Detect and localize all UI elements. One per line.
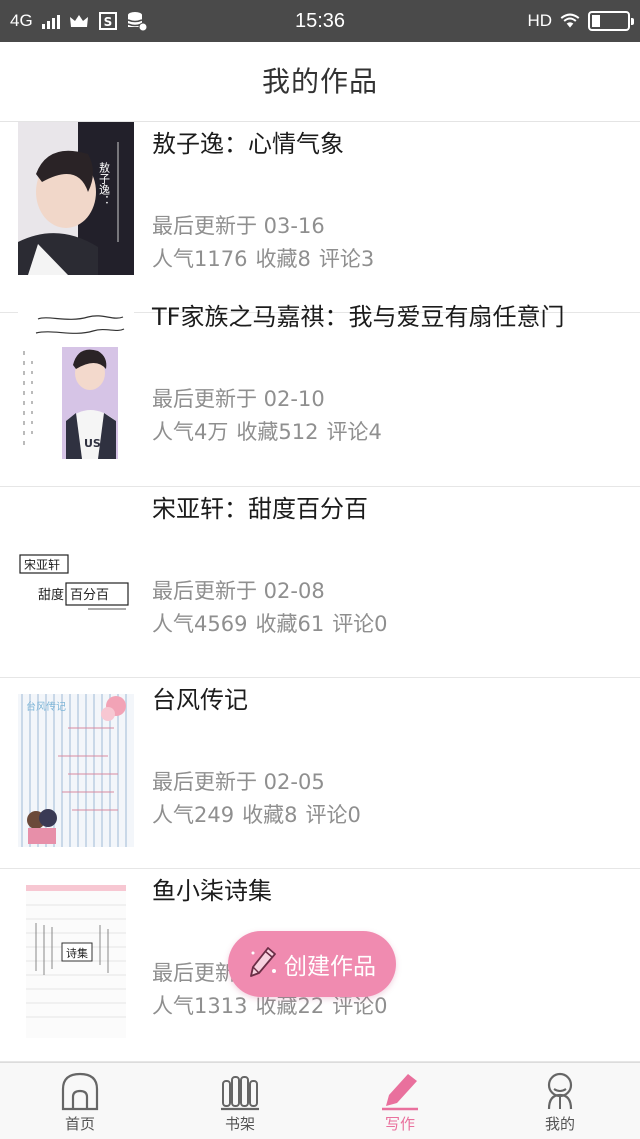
- bottom-tab-bar: 首页 书架 写作 我的: [0, 1062, 640, 1139]
- work-title: TF家族之马嘉祺：我与爱豆有扇任意门: [152, 303, 565, 331]
- work-item[interactable]: 宋亚轩 甜度 百分百 宋亚轩：甜度百分百 最后更新于 02-08 人气4569 收…: [0, 487, 640, 678]
- page-title: 我的作品: [261, 65, 378, 98]
- work-cover: 诗集: [26, 885, 126, 1038]
- cover-text: US: [84, 437, 101, 450]
- work-title: 敖子逸：心情气象: [152, 130, 344, 158]
- work-stats: 人气4万 收藏512 评论4: [152, 416, 390, 446]
- favorites-count: 收藏61: [255, 612, 325, 636]
- work-updated: 最后更新于 02-05: [152, 770, 325, 794]
- cover-text: 甜度: [38, 587, 64, 603]
- work-item[interactable]: US TF家族之马嘉祺：我与爱豆有扇任意门 最后更新于 02-10 人气4万 收藏…: [0, 295, 640, 487]
- pencil-icon: [248, 945, 278, 983]
- create-work-label: 创建作品: [284, 954, 376, 980]
- popularity-count: 人气249: [152, 803, 235, 827]
- tab-home[interactable]: 首页: [0, 1063, 160, 1139]
- favorites-count: 收藏22: [255, 994, 325, 1018]
- work-cover: US: [18, 311, 134, 464]
- popularity-count: 人气4万: [152, 420, 229, 444]
- work-stats: 人气4569 收藏61 评论0: [152, 608, 396, 638]
- work-cover: 宋亚轩 甜度 百分百: [18, 503, 134, 656]
- bookshelf-icon: [220, 1071, 260, 1111]
- comments-count: 评论3: [318, 247, 375, 271]
- cover-text: 诗集: [66, 946, 88, 960]
- comments-count: 评论0: [332, 612, 388, 636]
- popularity-count: 人气4569: [152, 612, 248, 636]
- popularity-count: 人气1313: [152, 994, 248, 1018]
- work-updated: 最后更新于 02-08: [152, 579, 325, 603]
- work-title: 鱼小柒诗集: [152, 877, 272, 905]
- work-item[interactable]: 敖子逸： 敖子逸：心情气象 最后更新于 03-16 人气1176 收藏8 评论3: [0, 122, 640, 313]
- create-work-button[interactable]: 创建作品: [228, 931, 396, 997]
- profile-icon: [540, 1071, 580, 1111]
- pen-icon: [380, 1071, 420, 1111]
- wifi-icon: [560, 11, 580, 31]
- favorites-count: 收藏512: [236, 420, 319, 444]
- work-stats: 人气1176 收藏8 评论3: [152, 243, 382, 273]
- cover-text: 敖子逸：: [98, 162, 111, 206]
- work-item[interactable]: 台风传记 台风传记 最后更新于 02-05 人气249 收藏8 评论0: [0, 678, 640, 869]
- works-list: 敖子逸： 敖子逸：心情气象 最后更新于 03-16 人气1176 收藏8 评论3 U…: [0, 122, 640, 1062]
- status-right: HD: [527, 0, 634, 42]
- work-cover: 台风传记: [18, 694, 134, 847]
- tab-write[interactable]: 写作: [320, 1063, 480, 1139]
- work-title: 台风传记: [152, 686, 248, 714]
- hd-indicator: HD: [527, 11, 552, 30]
- battery-icon: [588, 11, 634, 31]
- tab-profile[interactable]: 我的: [480, 1063, 640, 1139]
- tab-label: 我的: [544, 1115, 575, 1133]
- page-header: 我的作品: [0, 42, 640, 122]
- status-bar: 4G S 15:36 HD: [0, 0, 640, 42]
- cover-text: 宋亚轩: [24, 557, 60, 572]
- cover-text: 台风传记: [26, 700, 66, 713]
- comments-count: 评论0: [305, 803, 361, 827]
- comments-count: 评论4: [326, 420, 382, 444]
- tab-label: 首页: [64, 1115, 95, 1133]
- tab-label: 书架: [224, 1115, 255, 1133]
- tab-bookshelf[interactable]: 书架: [160, 1063, 320, 1139]
- work-stats: 人气249 收藏8 评论0: [152, 799, 369, 829]
- work-cover: 敖子逸：: [18, 122, 134, 275]
- favorites-count: 收藏8: [242, 803, 298, 827]
- home-icon: [60, 1071, 100, 1111]
- popularity-count: 人气1176: [152, 247, 248, 271]
- work-updated: 最后更新于 02-10: [152, 387, 325, 411]
- work-updated: 最后更新于 03-16: [152, 214, 325, 238]
- work-title: 宋亚轩：甜度百分百: [152, 495, 368, 523]
- cover-text: 百分百: [70, 588, 109, 603]
- favorites-count: 收藏8: [255, 247, 311, 271]
- comments-count: 评论0: [332, 994, 388, 1018]
- tab-label: 写作: [384, 1115, 415, 1133]
